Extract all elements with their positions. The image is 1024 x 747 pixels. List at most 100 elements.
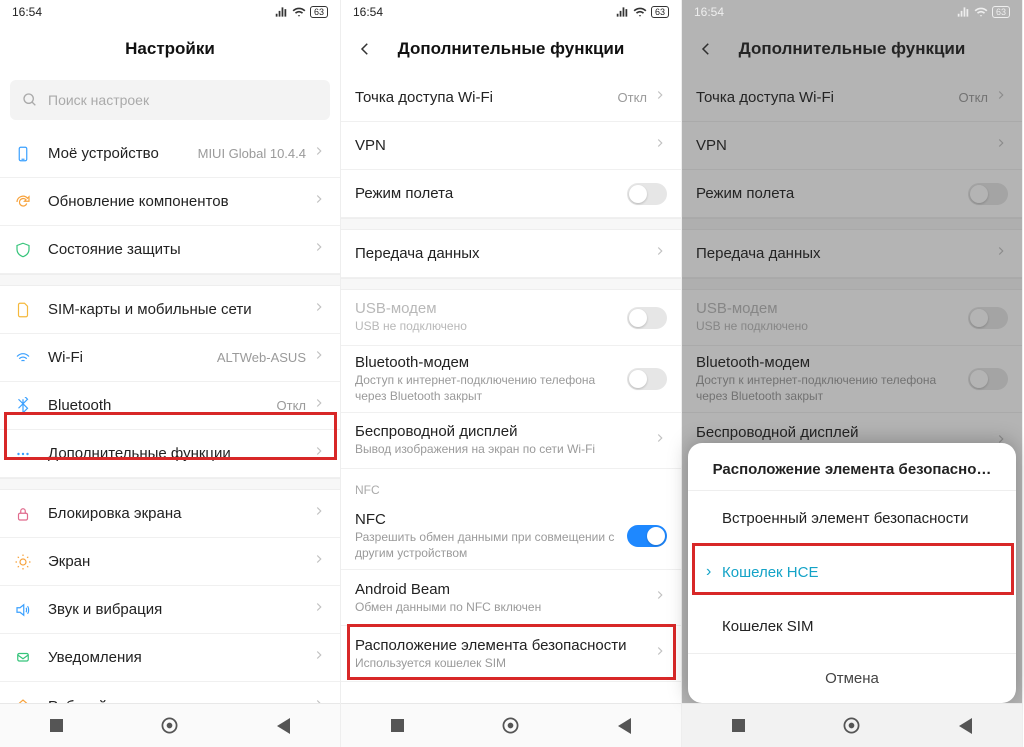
row-lockscreen[interactable]: Блокировка экрана bbox=[0, 490, 340, 538]
row-airplane: Режим полета bbox=[682, 170, 1022, 218]
bt-toggle[interactable] bbox=[627, 368, 667, 390]
nav-home-button[interactable] bbox=[832, 706, 872, 746]
sim-icon bbox=[14, 301, 48, 319]
row-display[interactable]: Экран bbox=[0, 538, 340, 586]
sun-icon bbox=[14, 553, 48, 571]
back-button[interactable] bbox=[694, 37, 718, 61]
chevron-right-icon bbox=[312, 444, 326, 463]
airplane-toggle bbox=[968, 183, 1008, 205]
wifi-icon bbox=[292, 5, 306, 19]
nav-back-button[interactable] bbox=[604, 706, 644, 746]
row-sim[interactable]: SIM-карты и мобильные сети bbox=[0, 286, 340, 334]
section-header-nfc: NFC bbox=[341, 469, 681, 503]
bluetooth-icon bbox=[14, 397, 48, 415]
nfc-toggle[interactable] bbox=[627, 525, 667, 547]
sheet-option-hce[interactable]: › Кошелек HCE bbox=[688, 545, 1016, 599]
row-airplane[interactable]: Режим полета bbox=[341, 170, 681, 218]
row-vpn[interactable]: VPN bbox=[341, 122, 681, 170]
section-gap bbox=[341, 278, 681, 290]
row-secure-element[interactable]: Расположение элемента безопасностиИсполь… bbox=[341, 626, 681, 682]
sheet-cancel-button[interactable]: Отмена bbox=[688, 653, 1016, 703]
back-button[interactable] bbox=[353, 37, 377, 61]
nav-back-button[interactable] bbox=[263, 706, 303, 746]
battery-icon: 63 bbox=[310, 6, 328, 18]
signal-icon bbox=[274, 5, 288, 19]
section-gap bbox=[341, 218, 681, 230]
chevron-right-icon bbox=[312, 348, 326, 367]
row-wifi[interactable]: Wi-Fi ALTWeb-ASUS bbox=[0, 334, 340, 382]
nav-recent-button[interactable] bbox=[37, 706, 77, 746]
section-gap bbox=[0, 478, 340, 490]
airplane-toggle[interactable] bbox=[627, 183, 667, 205]
row-update[interactable]: Обновление компонентов bbox=[0, 178, 340, 226]
row-my-device[interactable]: Моё устройство MIUI Global 10.4.4 bbox=[0, 130, 340, 178]
battery-icon: 63 bbox=[651, 6, 669, 18]
section-gap bbox=[682, 278, 1022, 290]
chevron-right-icon bbox=[653, 431, 667, 450]
row-usb-tether: USB-модемUSB не подключено bbox=[341, 290, 681, 346]
row-bluetooth[interactable]: Bluetooth Откл bbox=[0, 382, 340, 430]
shield-icon bbox=[14, 241, 48, 259]
wifi-icon bbox=[14, 349, 48, 367]
android-navbar bbox=[341, 703, 681, 747]
usb-toggle bbox=[627, 307, 667, 329]
chevron-right-icon bbox=[653, 644, 667, 663]
row-nfc[interactable]: NFCРазрешить обмен данными при совмещени… bbox=[341, 503, 681, 570]
nav-back-button[interactable] bbox=[945, 706, 985, 746]
row-security-status[interactable]: Состояние защиты bbox=[0, 226, 340, 274]
android-navbar bbox=[0, 703, 340, 747]
chevron-right-icon bbox=[312, 192, 326, 211]
nav-recent-button[interactable] bbox=[719, 706, 759, 746]
status-bar: 16:54 63 bbox=[341, 0, 681, 24]
phone-screen-additional: 16:54 63 Дополнительные функции Точка до… bbox=[341, 0, 682, 747]
chevron-right-icon bbox=[994, 88, 1008, 107]
section-gap bbox=[682, 218, 1022, 230]
chevron-right-icon bbox=[312, 648, 326, 667]
android-navbar bbox=[682, 703, 1022, 747]
row-contactless[interactable]: Бесконтактная оплата bbox=[341, 682, 681, 703]
status-bar: 16:54 63 bbox=[0, 0, 340, 24]
row-hotspot: Точка доступа Wi-Fi Откл bbox=[682, 74, 1022, 122]
chevron-right-icon bbox=[312, 240, 326, 259]
bottom-sheet-secure-element: Расположение элемента безопасно… › Встро… bbox=[688, 443, 1016, 703]
page-header: Дополнительные функции bbox=[341, 24, 681, 74]
lock-icon bbox=[14, 505, 48, 523]
row-sound[interactable]: Звук и вибрация bbox=[0, 586, 340, 634]
chevron-right-icon bbox=[994, 244, 1008, 263]
more-icon bbox=[14, 445, 48, 463]
section-gap bbox=[0, 274, 340, 286]
chevron-right-icon bbox=[653, 588, 667, 607]
wifi-icon bbox=[633, 5, 647, 19]
chevron-right-icon bbox=[653, 88, 667, 107]
sheet-option-sim[interactable]: › Кошелек SIM bbox=[688, 599, 1016, 653]
row-data-usage: Передача данных bbox=[682, 230, 1022, 278]
row-more-connections[interactable]: Дополнительные функции bbox=[0, 430, 340, 478]
row-data-usage[interactable]: Передача данных bbox=[341, 230, 681, 278]
bt-toggle bbox=[968, 368, 1008, 390]
nav-home-button[interactable] bbox=[491, 706, 531, 746]
status-time: 16:54 bbox=[12, 5, 42, 19]
battery-icon: 63 bbox=[992, 6, 1010, 18]
search-placeholder: Поиск настроек bbox=[48, 92, 149, 108]
phone-screen-settings: 16:54 63 Настройки Поиск настроек Моё ус… bbox=[0, 0, 341, 747]
page-title: Дополнительные функции bbox=[739, 39, 966, 59]
chevron-right-icon bbox=[312, 396, 326, 415]
search-input[interactable]: Поиск настроек bbox=[10, 80, 330, 120]
row-wireless-display[interactable]: Беспроводной дисплейВывод изображения на… bbox=[341, 413, 681, 469]
row-home[interactable]: Рабочий стол bbox=[0, 682, 340, 703]
settings-list: Моё устройство MIUI Global 10.4.4 Обновл… bbox=[0, 130, 340, 703]
usb-toggle bbox=[968, 307, 1008, 329]
status-time: 16:54 bbox=[353, 5, 383, 19]
chevron-right-icon bbox=[312, 697, 326, 704]
row-bt-tether[interactable]: Bluetooth-модемДоступ к интернет-подключ… bbox=[341, 346, 681, 413]
chevron-right-icon bbox=[653, 244, 667, 263]
chevron-right-icon bbox=[994, 136, 1008, 155]
nav-recent-button[interactable] bbox=[378, 706, 418, 746]
additional-list: Точка доступа Wi-Fi Откл VPN Режим полет… bbox=[341, 74, 681, 703]
nav-home-button[interactable] bbox=[150, 706, 190, 746]
row-android-beam[interactable]: Android BeamОбмен данными по NFC включен bbox=[341, 570, 681, 626]
row-notifications[interactable]: Уведомления bbox=[0, 634, 340, 682]
page-title: Дополнительные функции bbox=[398, 39, 625, 59]
sheet-option-embedded[interactable]: › Встроенный элемент безопасности bbox=[688, 491, 1016, 545]
row-hotspot[interactable]: Точка доступа Wi-Fi Откл bbox=[341, 74, 681, 122]
